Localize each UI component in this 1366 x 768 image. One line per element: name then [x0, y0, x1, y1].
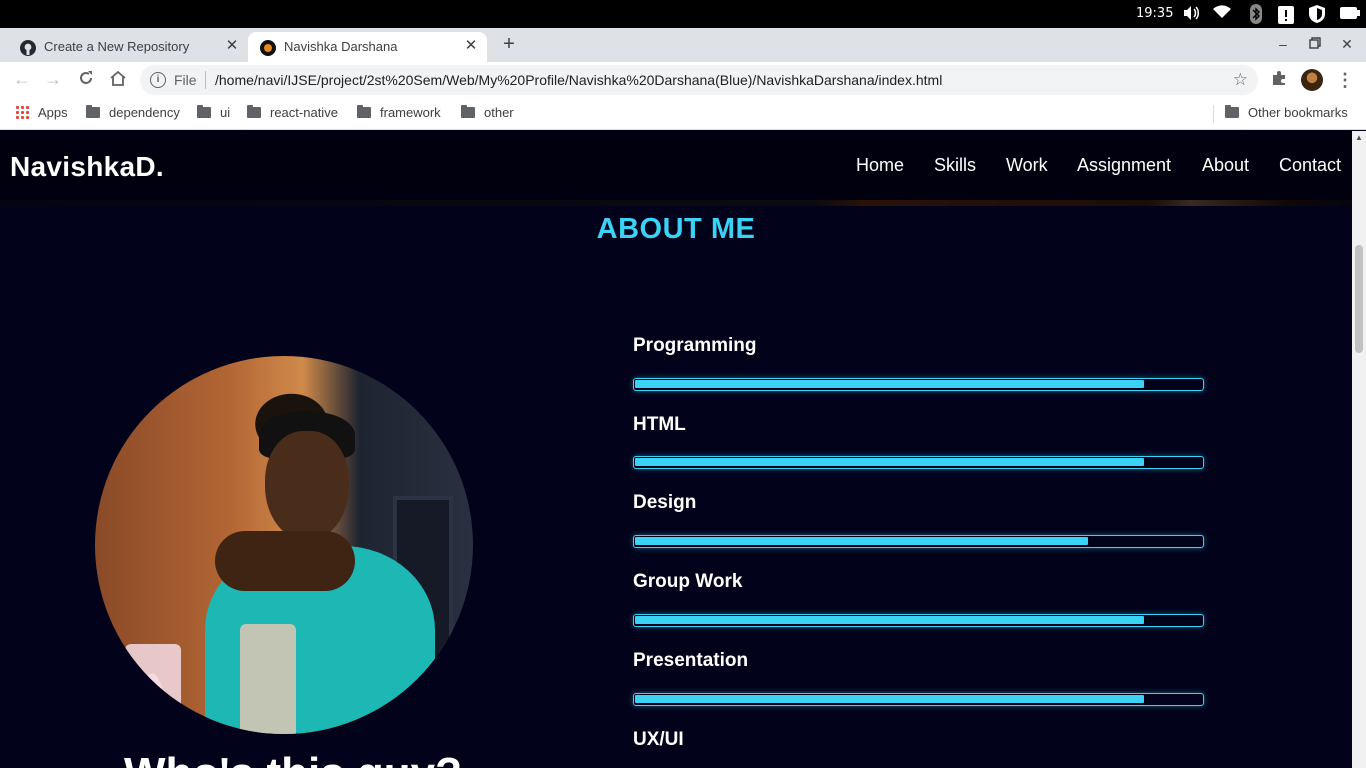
system-clock: 19:35	[1136, 6, 1174, 21]
profile-avatar[interactable]	[1301, 69, 1323, 91]
tab-create-repository[interactable]: Create a New Repository ✕	[8, 32, 248, 62]
folder-icon	[197, 105, 211, 118]
bookmark-label: ui	[220, 105, 231, 120]
close-tab-icon[interactable]: ✕	[463, 37, 479, 55]
url-scheme: File	[174, 72, 197, 88]
skill-label: UX/UI	[633, 729, 684, 750]
url-text[interactable]: /home/navi/IJSE/project/2st%20Sem/Web/My…	[215, 72, 942, 88]
page-viewport: NavishkaD. Home Skills Work Assignment A…	[0, 131, 1366, 768]
back-icon[interactable]: ←	[12, 69, 32, 89]
bookmark-label: framework	[380, 105, 441, 120]
clipboard-icon[interactable]	[1276, 4, 1296, 24]
photo-glass	[125, 644, 181, 734]
nav-work[interactable]: Work	[1006, 155, 1048, 176]
reload-icon[interactable]	[76, 69, 96, 89]
skill-label: Group Work	[633, 571, 743, 592]
bookmark-label: Other bookmarks	[1248, 105, 1348, 120]
nav-skills[interactable]: Skills	[934, 155, 976, 176]
bookmark-label: react-native	[270, 105, 338, 120]
scroll-up-icon[interactable]: ▲	[1355, 133, 1363, 142]
page-scrollbar[interactable]: ▲	[1352, 131, 1366, 768]
skill-bar-fill	[635, 380, 1144, 388]
skill-bar	[633, 614, 1204, 627]
skill-bar	[633, 378, 1204, 391]
skill-label: Presentation	[633, 650, 749, 671]
restore-icon[interactable]	[1306, 34, 1324, 54]
bookmark-dependency[interactable]: dependency	[86, 105, 180, 123]
photo-hands	[215, 531, 355, 591]
section-title: ABOUT ME	[596, 213, 756, 245]
skill-label: HTML	[633, 414, 686, 435]
github-icon	[20, 40, 36, 56]
tab-title: Navishka Darshana	[284, 39, 398, 54]
folder-icon	[461, 105, 475, 118]
skill-bar-fill	[635, 695, 1144, 703]
nav-assignment[interactable]: Assignment	[1077, 155, 1171, 176]
tab-strip: Create a New Repository ✕ Navishka Darsh…	[0, 28, 1366, 62]
address-bar[interactable]: i File /home/navi/IJSE/project/2st%20Sem…	[140, 65, 1258, 95]
profile-photo	[95, 356, 473, 734]
bookmark-ui[interactable]: ui	[197, 105, 230, 123]
tab-title: Create a New Repository	[44, 39, 190, 54]
skill-label: Programming	[633, 335, 757, 356]
close-window-icon[interactable]: ✕	[1338, 34, 1356, 54]
folder-icon	[247, 105, 261, 118]
skill-bar-fill	[635, 458, 1144, 466]
folder-icon	[86, 105, 100, 118]
address-separator	[205, 71, 206, 89]
browser-toolbar: ← → i File /home/navi/IJSE/project/2st%2…	[0, 62, 1366, 98]
site-favicon	[260, 40, 276, 56]
skill-bar-fill	[635, 616, 1144, 624]
skill-bar	[633, 535, 1204, 548]
nav-home[interactable]: Home	[856, 155, 904, 176]
bookmark-label: other	[484, 105, 514, 120]
bookmarks-bar: Apps dependency ui react-native framewor…	[0, 98, 1366, 130]
nav-about[interactable]: About	[1202, 155, 1249, 176]
minimize-icon[interactable]: –	[1274, 34, 1292, 54]
info-icon[interactable]: i	[150, 72, 166, 88]
bookmark-label: Apps	[38, 105, 68, 120]
apps-grid-icon	[15, 105, 29, 119]
hero-image-strip	[0, 200, 1352, 206]
site-brand[interactable]: NavishkaD.	[10, 151, 164, 183]
bookmark-other[interactable]: other	[461, 105, 514, 123]
extensions-icon[interactable]	[1270, 70, 1288, 88]
photo-glass	[240, 624, 296, 734]
tab-navishka-darshana[interactable]: Navishka Darshana ✕	[248, 32, 487, 62]
shield-icon[interactable]	[1307, 4, 1327, 24]
bookmark-label: dependency	[109, 105, 180, 120]
skill-label: Design	[633, 492, 697, 513]
skill-bar-fill	[635, 537, 1088, 545]
folder-icon	[357, 105, 371, 118]
other-bookmarks[interactable]: Other bookmarks	[1225, 105, 1348, 123]
bookmark-react-native[interactable]: react-native	[247, 105, 338, 123]
folder-icon	[1225, 105, 1239, 118]
who-heading: Who's this guy?	[124, 749, 462, 768]
bookmarks-divider	[1213, 105, 1214, 123]
wifi-icon[interactable]	[1212, 4, 1232, 24]
battery-icon[interactable]	[1340, 4, 1360, 24]
skill-bar	[633, 693, 1204, 706]
bookmark-framework[interactable]: framework	[357, 105, 441, 123]
volume-icon[interactable]	[1181, 4, 1201, 24]
forward-icon[interactable]: →	[43, 69, 63, 89]
bookmark-apps[interactable]: Apps	[15, 105, 68, 123]
photo-face	[265, 431, 349, 541]
browser-menu-icon[interactable]: ⋮	[1336, 69, 1354, 91]
nav-contact[interactable]: Contact	[1279, 155, 1341, 176]
skill-bar	[633, 456, 1204, 469]
new-tab-button[interactable]: +	[499, 33, 519, 55]
close-tab-icon[interactable]: ✕	[224, 37, 240, 55]
os-top-bar: 19:35	[0, 0, 1366, 28]
site-header: NavishkaD. Home Skills Work Assignment A…	[0, 131, 1352, 200]
bookmark-star-icon[interactable]: ☆	[1233, 70, 1248, 90]
scrollbar-thumb[interactable]	[1355, 245, 1363, 353]
bluetooth-icon[interactable]	[1246, 4, 1266, 24]
home-icon[interactable]	[108, 69, 128, 89]
